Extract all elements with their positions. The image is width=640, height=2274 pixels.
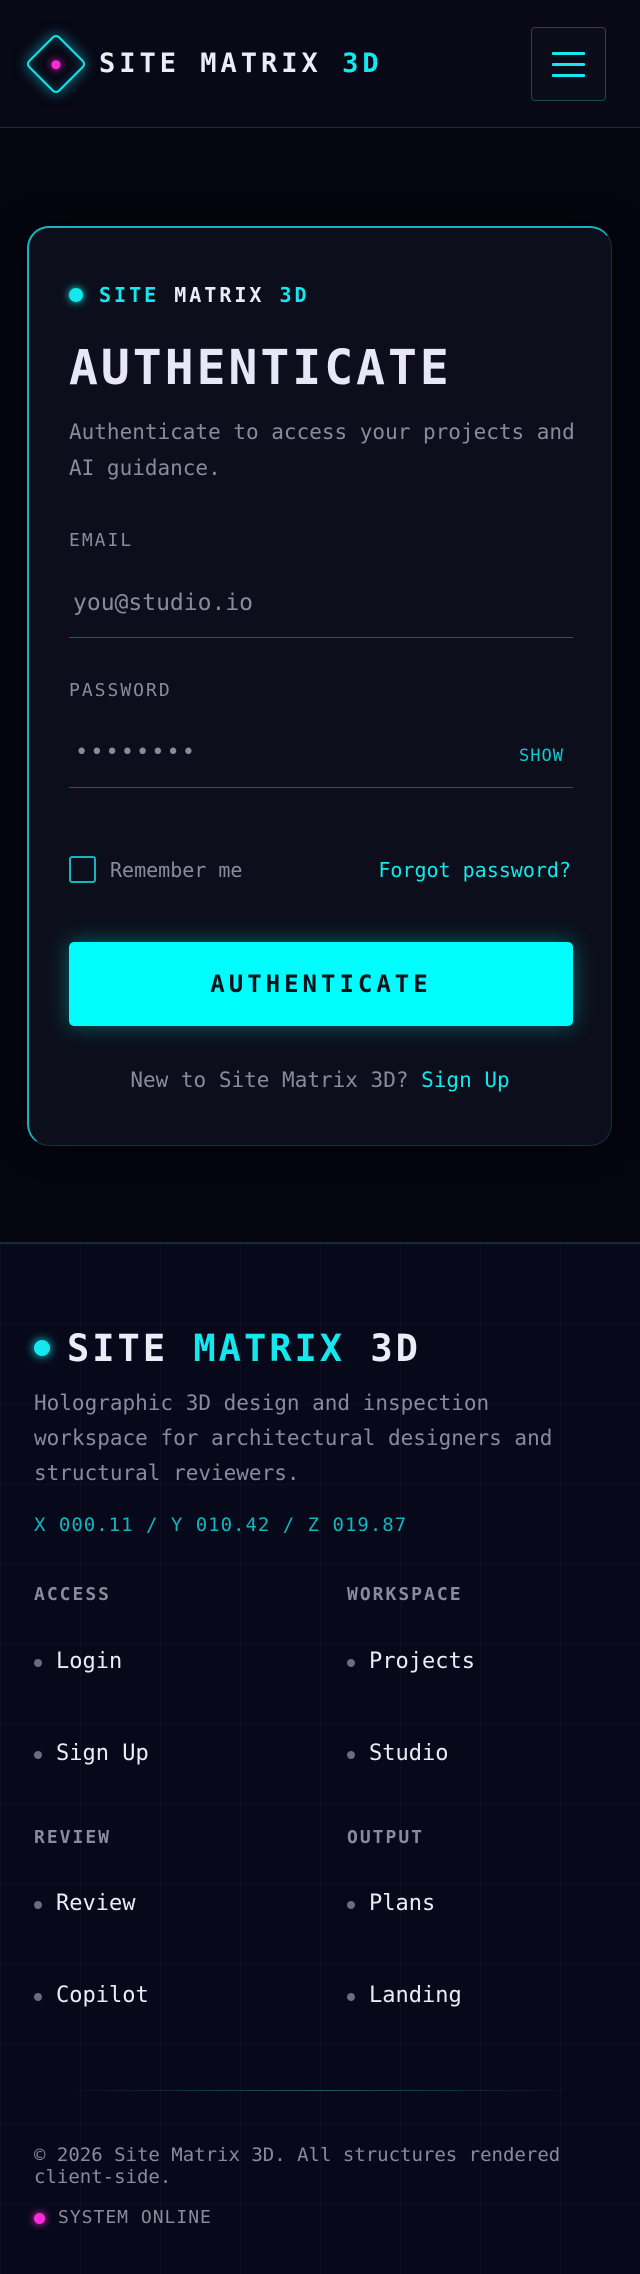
footer-link-copilot[interactable]: Copilot [34,1983,149,2008]
footer-link-login[interactable]: Login [33,1649,122,1674]
email-field[interactable] [69,568,573,638]
coordinate-readout: X 000.11 / Y 010.42 / Z 019.87 [34,1514,408,1536]
logo-icon[interactable] [24,32,88,96]
status-dot-icon [69,288,83,302]
footer-heading-review: REVIEW [34,1827,112,1848]
footer-link-plans[interactable]: Plans [346,1891,435,1916]
signup-link[interactable]: Sign Up [421,1068,510,1092]
footer-link-studio[interactable]: Studio [346,1741,448,1766]
footer-link-review[interactable]: Review [33,1891,135,1916]
copyright-text: © 2026 Site Matrix 3D. All structures re… [34,2144,561,2188]
remember-me-checkbox[interactable] [69,856,96,883]
page-title: AUTHENTICATE [69,340,452,396]
card-brand-site: SITE [99,283,160,307]
signup-prompt-text: New to Site Matrix 3D? [130,1068,409,1092]
top-header: SITE MATRIX 3D [0,0,640,128]
footer-heading-output: OUTPUT [347,1827,425,1848]
footer-brand-site: SITE [67,1327,169,1370]
header-brand-main: SITE MATRIX [99,48,322,79]
system-status: SYSTEM ONLINE [58,2207,212,2228]
footer-divider [64,2090,576,2091]
show-password-button[interactable]: SHOW [519,746,564,766]
site-footer: SITE MATRIX 3D Holographic 3D design and… [0,1242,640,2274]
password-label: PASSWORD [69,680,172,701]
footer-description: Holographic 3D design and inspection wor… [34,1391,553,1485]
page-subtitle: Authenticate to access your projects and… [69,420,575,480]
menu-bar-icon [552,52,585,55]
password-mask: •••••••• [75,740,197,765]
card-brand-matrix: MATRIX [174,283,265,307]
email-label: EMAIL [69,530,134,551]
header-brand[interactable]: SITE MATRIX 3D [99,48,383,79]
card-brand: SITE MATRIX 3D [99,283,310,307]
footer-dot-icon [34,1340,50,1356]
system-status-dot-icon [34,2213,45,2224]
footer-heading-access: ACCESS [34,1584,112,1605]
footer-brand: SITE MATRIX 3D [67,1327,421,1370]
footer-link-landing[interactable]: Landing [347,1983,462,2008]
authenticate-button[interactable]: AUTHENTICATE [69,942,573,1026]
forgot-password-link[interactable]: Forgot password? [378,858,571,882]
footer-brand-3d: 3D [370,1327,421,1370]
logo-core-dot [49,57,63,71]
remember-me-label[interactable]: Remember me [110,858,242,882]
auth-card: SITE MATRIX 3D AUTHENTICATE Authenticate… [27,226,612,1146]
header-brand-accent: 3D [342,48,383,79]
signup-prompt: New to Site Matrix 3D? Sign Up [29,1068,611,1092]
menu-bar-icon [552,74,585,77]
hamburger-menu-button[interactable] [531,27,606,101]
footer-link-signup[interactable]: Sign Up [34,1741,149,1766]
footer-link-projects[interactable]: Projects [347,1649,475,1674]
card-brand-3d: 3D [279,283,310,307]
footer-heading-workspace: WORKSPACE [347,1584,463,1605]
footer-brand-matrix: MATRIX [193,1327,346,1370]
menu-bar-icon [552,63,585,66]
